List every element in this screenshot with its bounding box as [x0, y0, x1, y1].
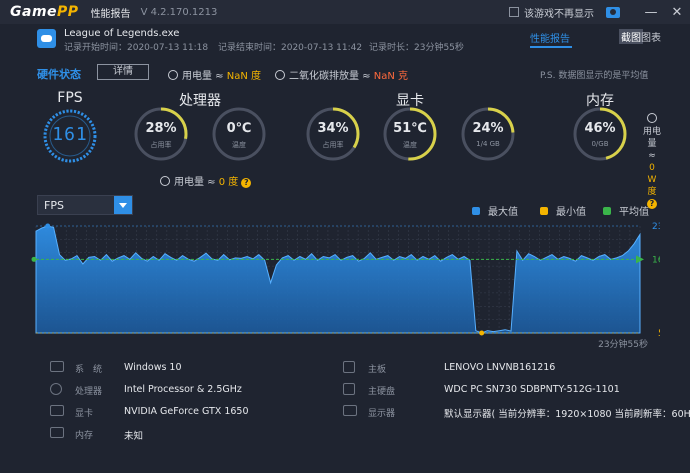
tab-performance-report[interactable]: 性能报告: [530, 30, 570, 45]
spec-memory-value: 未知: [124, 431, 144, 442]
cpu-power-usage: 用电量 ≈ 0 度?: [160, 173, 252, 188]
min-label: 5: [658, 329, 660, 339]
metric-select[interactable]: FPS: [37, 195, 133, 215]
no-show-checkbox[interactable]: [509, 7, 519, 17]
power-icon: [160, 176, 170, 186]
co2-emission: 二氧化碳排放量 ≈ NaN 克: [275, 67, 408, 82]
spec-memory-label: 内存: [75, 431, 94, 441]
system-icon: [50, 361, 64, 372]
max-label: 233: [652, 222, 660, 232]
gpu-vram-gauge: 24% 1/4 GB: [460, 106, 516, 162]
game-name: League of Legends.exe: [64, 28, 180, 39]
max-point: [45, 223, 51, 229]
gpu-temp-value: 51℃: [393, 121, 427, 136]
no-show-label: 该游戏不再显示: [524, 8, 594, 20]
gpu-usage-label: 占用率: [322, 141, 344, 149]
cpu-temp-value: 0℃: [226, 121, 252, 136]
cpu-temp-gauge: 0℃ 温度: [211, 106, 267, 162]
cpu-usage-value: 28%: [145, 121, 177, 136]
spec-board-value: LENOVO LNVNB161216: [444, 362, 556, 373]
chevron-down-icon[interactable]: [114, 196, 132, 214]
metric-select-value: FPS: [44, 199, 64, 212]
duration-label: 23分钟55秒: [598, 338, 648, 350]
memory-usage-label: 0/GB: [591, 140, 609, 148]
min-point: [479, 330, 485, 336]
spec-gpu-label: 显卡: [75, 409, 94, 419]
app-logo: GamePP: [10, 4, 79, 20]
fps-title: FPS: [57, 90, 83, 106]
spec-board-label: 主板: [368, 365, 387, 375]
gpu-temp-gauge: 51℃ 温度: [382, 106, 438, 162]
tab-chart[interactable]: 图表: [641, 29, 661, 44]
avg-point: [31, 256, 37, 262]
title-bar-controls: 该游戏不再显示 — ✕: [509, 0, 690, 24]
display-icon: [343, 405, 357, 416]
record-end-time: 记录结束时间：2020-07-13 11:42: [218, 43, 363, 53]
spec-system-label: 系 统: [75, 365, 103, 375]
window-title: 性能报告: [90, 8, 131, 20]
record-duration: 记录时长：23分钟55秒: [369, 43, 464, 53]
spec-gpu-value: NVIDIA GeForce GTX 1650: [124, 406, 249, 417]
average-note: P.S. 数据图显示的是平均值: [540, 71, 649, 81]
memory-usage-value: 46%: [584, 121, 616, 136]
tab-screenshot[interactable]: 截图: [619, 29, 643, 44]
fps-chart: 233 161.99 5 23分钟55秒: [31, 222, 660, 350]
spec-display-label: 显示器: [368, 409, 396, 419]
fps-gauge: 161: [42, 108, 98, 164]
co2-icon: [275, 70, 285, 80]
gpu-icon: [50, 405, 64, 416]
avg-label: 161.99: [652, 255, 660, 265]
active-tab-indicator: [530, 46, 572, 48]
version-label: V 4.2.170.1213: [140, 6, 218, 18]
record-start-time: 记录开始时间：2020-07-13 11:18: [64, 43, 209, 53]
power-icon: [647, 113, 657, 123]
gpu-usage-value: 34%: [317, 121, 349, 136]
gpu-temp-label: 温度: [403, 141, 417, 149]
disk-icon: [343, 383, 355, 395]
gamepad-icon: [37, 29, 56, 48]
power-icon: [168, 70, 178, 80]
gpu-usage-gauge: 34% 占用率: [305, 106, 361, 162]
legend-avg: 平均值: [603, 203, 649, 218]
camera-icon[interactable]: [606, 6, 620, 18]
power-usage: 用电量 ≈ NaN 度: [168, 67, 261, 82]
spec-disk-value: WDC PC SN730 SDBPNTY-512G-1101: [444, 384, 620, 395]
spec-cpu-label: 处理器: [75, 387, 103, 397]
memory-power-usage: 用电 量 ≈ 0 W 度 ?: [642, 113, 662, 210]
fps-value: 161: [52, 124, 88, 145]
minimize-button[interactable]: —: [638, 5, 664, 20]
legend-min-swatch: [540, 207, 548, 215]
details-button[interactable]: 详情: [97, 64, 149, 80]
memory-usage-gauge: 46% 0/GB: [572, 106, 628, 162]
gpu-vram-value: 24%: [472, 121, 504, 136]
cpu-icon: [50, 383, 62, 395]
spec-display-value: 默认显示器( 当前分辨率：1920×1080 当前刷新率：60Hz): [444, 409, 690, 420]
cpu-usage-gauge: 28% 占用率: [133, 106, 189, 162]
hardware-status-title: 硬件状态: [37, 68, 81, 81]
legend-max: 最大值: [472, 203, 518, 218]
cpu-usage-label: 占用率: [150, 141, 172, 149]
legend-min: 最小值: [540, 203, 586, 218]
title-bar: GamePP 性能报告 V 4.2.170.1213 该游戏不再显示 — ✕: [0, 0, 690, 24]
gpu-vram-label: 1/4 GB: [476, 140, 500, 148]
close-button[interactable]: ✕: [664, 5, 690, 20]
help-icon[interactable]: ?: [241, 178, 252, 188]
legend-max-swatch: [472, 207, 480, 215]
legend-avg-swatch: [603, 207, 611, 215]
spec-system-value: Windows 10: [124, 362, 182, 373]
cpu-temp-label: 温度: [232, 141, 246, 149]
spec-disk-label: 主硬盘: [368, 387, 396, 397]
spec-cpu-value: Intel Processor & 2.5GHz: [124, 384, 242, 395]
motherboard-icon: [343, 361, 355, 373]
memory-icon: [50, 427, 64, 438]
